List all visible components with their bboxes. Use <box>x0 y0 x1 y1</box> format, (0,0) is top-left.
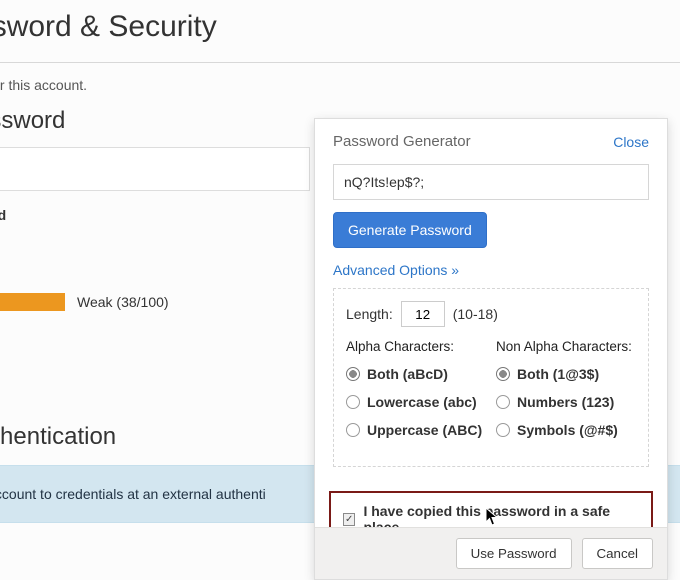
advanced-options-link[interactable]: Advanced Options » <box>333 262 459 278</box>
alpha-uppercase-radio[interactable]: Uppercase (ABC) <box>346 422 486 438</box>
radio-label: Uppercase (ABC) <box>367 422 482 438</box>
radio-icon <box>496 423 510 437</box>
advanced-options-panel: Length: (10-18) Alpha Characters: Both (… <box>333 288 649 467</box>
nonalpha-heading: Non Alpha Characters: <box>496 339 636 354</box>
radio-label: Lowercase (abc) <box>367 394 477 410</box>
nonalpha-both-radio[interactable]: Both (1@3$) <box>496 366 636 382</box>
strength-meter-fill <box>0 293 65 311</box>
password-generator-modal: Password Generator Close Generate Passwo… <box>314 118 668 580</box>
checkbox-icon: ✓ <box>343 513 355 526</box>
cancel-button[interactable]: Cancel <box>582 538 654 569</box>
strength-meter: Weak (38/100) <box>0 293 330 311</box>
radio-label: Symbols (@#$) <box>517 422 618 438</box>
strength-text: Weak (38/100) <box>77 294 169 310</box>
radio-label: Both (aBcD) <box>367 366 448 382</box>
radio-icon <box>346 395 360 409</box>
generated-password-input[interactable] <box>333 164 649 200</box>
generate-password-button[interactable]: Generate Password <box>333 212 487 248</box>
length-range: (10-18) <box>453 306 498 322</box>
alpha-lowercase-radio[interactable]: Lowercase (abc) <box>346 394 486 410</box>
password-field-wrap[interactable] <box>0 147 310 191</box>
alpha-heading: Alpha Characters: <box>346 339 486 354</box>
use-password-button[interactable]: Use Password <box>456 538 572 569</box>
length-label: Length: <box>346 306 393 322</box>
length-input[interactable] <box>401 301 445 327</box>
nonalpha-symbols-radio[interactable]: Symbols (@#$) <box>496 422 636 438</box>
page-title: Password & Security <box>0 10 680 44</box>
radio-label: Numbers (123) <box>517 394 614 410</box>
radio-icon <box>496 367 510 381</box>
radio-icon <box>496 395 510 409</box>
alpha-both-radio[interactable]: Both (aBcD) <box>346 366 486 382</box>
radio-label: Both (1@3$) <box>517 366 599 382</box>
close-link[interactable]: Close <box>613 134 649 150</box>
nonalpha-numbers-radio[interactable]: Numbers (123) <box>496 394 636 410</box>
divider <box>0 62 680 63</box>
modal-title: Password Generator <box>333 133 471 150</box>
page-description: ssword for this account. <box>0 77 680 93</box>
radio-icon <box>346 423 360 437</box>
radio-icon <box>346 367 360 381</box>
